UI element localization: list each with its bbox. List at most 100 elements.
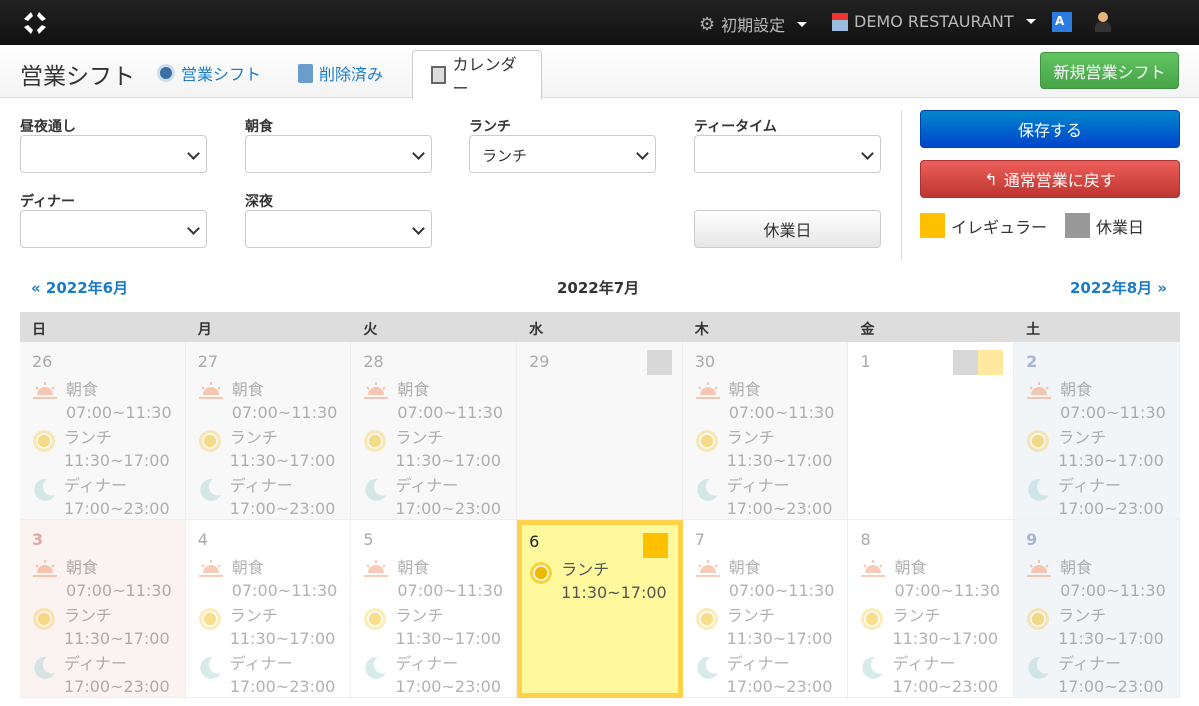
top-navbar: ⚙ 初期設定 DEMO RESTAURANT A <box>0 0 1199 45</box>
sun-icon <box>1027 430 1050 452</box>
next-month-link[interactable]: 2022年8月 » <box>1070 277 1167 298</box>
calendar-day-cell[interactable]: 3 朝食 07:00~11:30 ランチ 11:30~17:00 ディナー 17:00~23… <box>20 520 186 698</box>
calendar-day-cell[interactable]: 26 朝食 07:00~11:30 ランチ 11:30~17:00 ディナー 17:00~2… <box>20 342 186 520</box>
shift-time: 07:00~11:30 <box>1060 581 1166 600</box>
sunrise-icon <box>33 560 57 577</box>
calendar-day-cell[interactable]: 5 朝食 07:00~11:30 ランチ 11:30~17:00 ディナー 17:00~23… <box>351 520 518 698</box>
moon-icon <box>1028 656 1050 679</box>
shift-name: ランチ <box>395 606 444 625</box>
tab-shifts[interactable]: 営業シフト <box>157 61 261 85</box>
caret-down-icon <box>1025 19 1036 24</box>
user-avatar-icon[interactable] <box>1095 12 1111 34</box>
shift-name: ランチ <box>561 560 610 579</box>
marker-swatch <box>953 350 979 375</box>
calendar-day-cell[interactable]: 4 朝食 07:00~11:30 ランチ 11:30~17:00 ディナー 17:00~23… <box>185 520 352 698</box>
calendar-day-cell[interactable]: 8 朝食 07:00~11:30 ランチ 11:30~17:00 ディナー 17:00~23… <box>848 520 1015 698</box>
calendar-day-cell[interactable]: 27 朝食 07:00~11:30 ランチ 11:30~17:00 ディナー 17:00~2… <box>185 342 352 520</box>
sunrise-icon <box>1027 382 1052 399</box>
shift-name: 朝食 <box>397 558 430 577</box>
calendar-day-cell[interactable]: 7 朝食 07:00~11:30 ランチ 11:30~17:00 ディナー 17:00~23… <box>682 520 849 698</box>
shift-name: 朝食 <box>894 558 927 577</box>
shift-entry: 朝食 07:00~11:30 <box>198 556 339 602</box>
shift-entry: 朝食 07:00~11:30 <box>198 378 339 424</box>
moon-icon <box>365 656 387 679</box>
shift-time: 11:30~17:00 <box>229 451 336 470</box>
calendar-day-cell[interactable]: 9 朝食 07:00~11:30 ランチ 11:30~17:00 ディナー 17:00~23… <box>1014 520 1180 698</box>
shift-time: 17:00~23:00 <box>726 499 833 518</box>
tab-deleted[interactable]: 削除済み <box>298 61 383 85</box>
day-number: 27 <box>197 352 219 371</box>
shift-entry: ディナー 17:00~23:00 <box>1026 474 1167 520</box>
store-icon <box>832 12 848 31</box>
legend-label: 休業日 <box>1096 217 1145 237</box>
marker-swatch <box>978 350 1004 375</box>
shift-time: 17:00~23:00 <box>1058 499 1164 518</box>
holiday-button[interactable]: 休業日 <box>694 210 881 248</box>
page-header: 営業シフト 営業シフト 削除済み カレンダー 新規営業シフト <box>0 45 1199 99</box>
sun-icon <box>198 608 221 630</box>
calendar-day-cell[interactable]: 30 朝食 07:00~11:30 ランチ 11:30~17:00 ディナー 17:00~2… <box>682 342 849 520</box>
new-shift-button[interactable]: 新規営業シフト <box>1040 52 1179 89</box>
translate-icon[interactable]: A <box>1052 12 1072 32</box>
sun-icon <box>33 608 55 630</box>
field-label: 深夜 <box>245 194 273 210</box>
shift-name: ディナー <box>395 654 459 673</box>
undo-arrow-icon: ↰ <box>984 169 998 189</box>
sun-icon <box>198 430 221 452</box>
sunrise-icon <box>198 382 223 399</box>
shift-entry: ランチ 11:30~17:00 <box>529 558 671 604</box>
shift-entry: ランチ 11:30~17:00 <box>32 604 173 650</box>
field-label: 朝食 <box>245 119 273 135</box>
revert-button[interactable]: ↰ 通常営業に戻す <box>920 160 1180 198</box>
settings-menu[interactable]: ⚙ 初期設定 <box>699 12 808 36</box>
calendar-day-cell[interactable]: 29 <box>517 342 683 520</box>
app-logo-icon[interactable] <box>20 8 50 38</box>
shift-name: 朝食 <box>231 380 264 399</box>
calendar-day-cell[interactable]: 1 <box>848 342 1015 520</box>
calendar-day-cell[interactable]: 6 ランチ 11:30~17:00 <box>517 520 683 698</box>
revert-label: 通常営業に戻す <box>1003 171 1116 190</box>
teatime-select[interactable] <box>694 135 881 173</box>
day-number: 30 <box>694 352 716 371</box>
shift-name: ディナー <box>395 476 459 495</box>
shift-entry: ランチ 11:30~17:00 <box>363 426 504 472</box>
shift-time: 07:00~11:30 <box>66 403 172 422</box>
shift-time: 11:30~17:00 <box>229 629 336 648</box>
breakfast-select[interactable] <box>245 135 432 173</box>
latenight-select[interactable] <box>245 210 432 248</box>
day-number: 28 <box>363 352 384 371</box>
shift-time: 11:30~17:00 <box>1058 451 1164 470</box>
shift-name: ディナー <box>64 654 127 673</box>
tab-calendar[interactable]: カレンダー <box>412 50 542 99</box>
day-markers <box>646 350 672 375</box>
shift-time: 11:30~17:00 <box>1058 629 1164 648</box>
lunch-select[interactable]: ランチ <box>469 135 656 173</box>
shift-entry: ディナー 17:00~23:00 <box>363 474 504 520</box>
prev-month-link[interactable]: « 2022年6月 <box>31 277 128 298</box>
shift-name: ランチ <box>726 606 775 625</box>
shift-entry: 朝食 07:00~11:30 <box>1026 556 1167 602</box>
moon-icon <box>199 478 221 501</box>
shift-time: 11:30~17:00 <box>64 451 170 470</box>
shift-name: ランチ <box>64 428 113 447</box>
weekday-label: 水 <box>529 322 544 338</box>
restaurant-menu[interactable]: DEMO RESTAURANT <box>832 12 1036 31</box>
shift-entry: ディナー 17:00~23:00 <box>1026 652 1167 698</box>
weekday-label: 火 <box>363 322 378 338</box>
gear-icon: ⚙ <box>699 13 716 35</box>
sunrise-icon <box>33 382 57 399</box>
shift-time: 11:30~17:00 <box>64 629 170 648</box>
shift-name: ランチ <box>1058 606 1107 625</box>
dinner-select[interactable] <box>20 210 207 248</box>
day-markers <box>642 533 668 558</box>
sun-icon <box>530 562 553 584</box>
sunrise-icon <box>1027 560 1052 577</box>
allday-select[interactable] <box>20 135 207 173</box>
shift-name: 朝食 <box>66 380 99 399</box>
calendar-day-cell[interactable]: 28 朝食 07:00~11:30 ランチ 11:30~17:00 ディナー 17:00~2… <box>351 342 518 520</box>
shift-name: 朝食 <box>1060 380 1093 399</box>
calendar-day-cell[interactable]: 2 朝食 07:00~11:30 ランチ 11:30~17:00 ディナー 17:00~23… <box>1014 342 1180 520</box>
shift-time: 11:30~17:00 <box>892 629 999 648</box>
holiday-swatch <box>1065 213 1091 238</box>
save-button[interactable]: 保存する <box>920 110 1180 148</box>
